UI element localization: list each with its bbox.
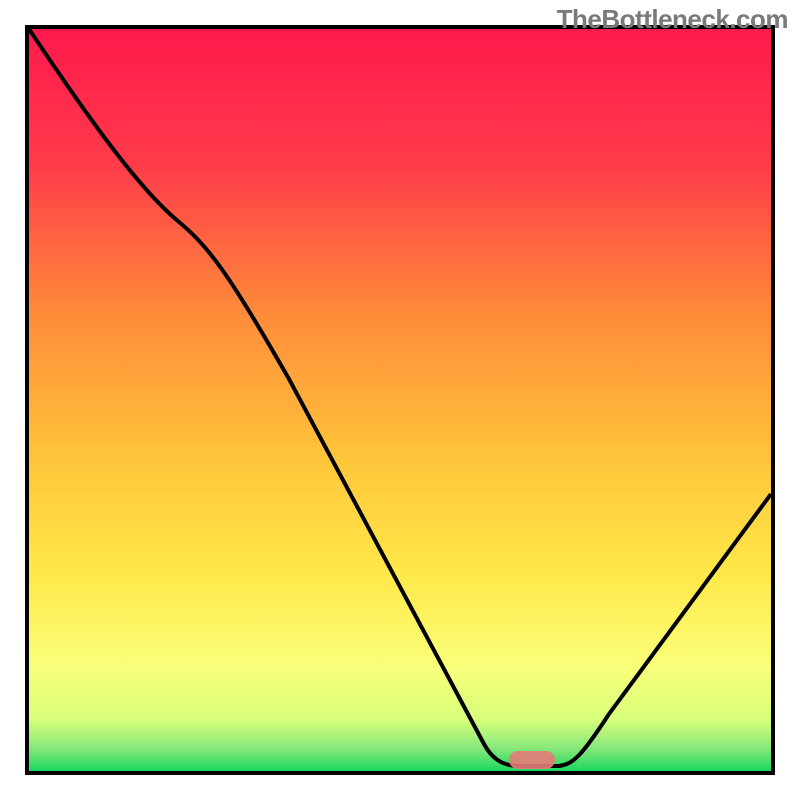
- plot-area: [25, 25, 775, 775]
- optimal-marker: [509, 751, 555, 769]
- chart-container: TheBottleneck.com: [0, 0, 800, 800]
- bottleneck-curve: [29, 29, 771, 771]
- curve-path: [29, 29, 771, 766]
- watermark-text: TheBottleneck.com: [557, 4, 788, 35]
